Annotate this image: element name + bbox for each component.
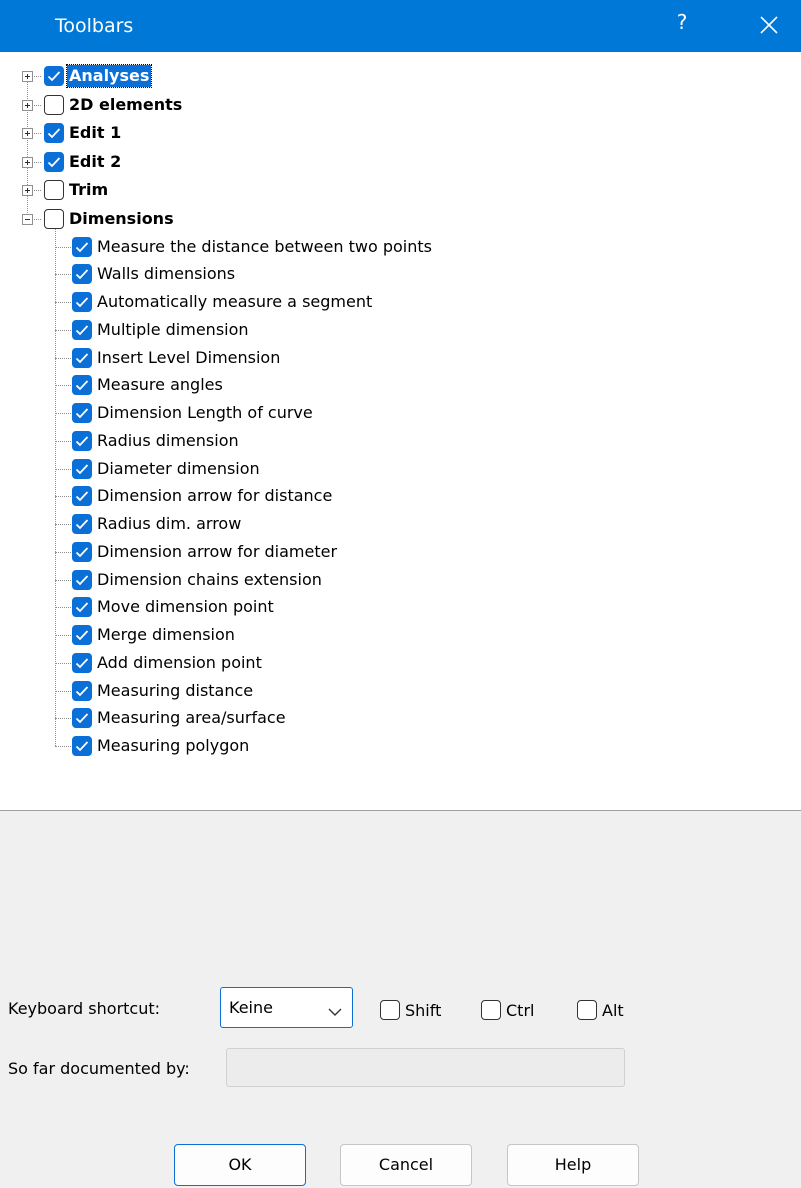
group-checkbox[interactable] xyxy=(44,151,64,172)
item-checkbox[interactable] xyxy=(72,264,92,285)
item-checkbox[interactable] xyxy=(72,319,92,340)
tree-item-label[interactable]: Dimension chains extension xyxy=(97,569,322,591)
expand-icon[interactable] xyxy=(22,185,33,196)
tree-branch-line xyxy=(55,357,71,359)
tree-item-label[interactable]: Add dimension point xyxy=(97,652,262,674)
item-checkbox[interactable] xyxy=(72,458,92,479)
item-checkbox[interactable] xyxy=(72,403,92,423)
tree-item-label[interactable]: Diameter dimension xyxy=(97,458,260,480)
shortcut-key-select[interactable]: Keine xyxy=(220,987,353,1028)
keyboard-shortcut-label: Keyboard shortcut: xyxy=(8,999,161,1018)
item-checkbox[interactable] xyxy=(72,541,92,562)
tree-item-label[interactable]: Merge dimension xyxy=(97,624,235,646)
item-checkbox[interactable] xyxy=(72,708,92,729)
shift-checkbox[interactable] xyxy=(380,1000,400,1020)
item-checkbox[interactable] xyxy=(72,347,92,368)
tree-item-label[interactable]: Move dimension point xyxy=(97,596,274,618)
item-checkbox[interactable] xyxy=(72,514,92,534)
shortcut-key-value: Keine xyxy=(229,998,273,1017)
tree-branch-line xyxy=(55,607,71,609)
item-checkbox[interactable] xyxy=(72,597,92,618)
tree-item-label[interactable]: Dimension arrow for diameter xyxy=(97,541,337,563)
expand-icon[interactable] xyxy=(22,156,33,168)
tree-item-label[interactable]: Radius dimension xyxy=(97,430,239,452)
alt-label: Alt xyxy=(602,1001,624,1020)
ctrl-checkbox[interactable] xyxy=(481,1000,501,1020)
item-checkbox[interactable] xyxy=(72,625,92,645)
tree-branch-line xyxy=(55,468,71,470)
alt-checkbox[interactable] xyxy=(577,1000,597,1020)
group-checkbox[interactable] xyxy=(44,180,64,200)
documented-by-field xyxy=(226,1048,625,1087)
title-bar: Toolbars ? xyxy=(0,0,801,52)
tree-branch-line xyxy=(55,274,71,276)
group-checkbox[interactable] xyxy=(44,123,64,143)
close-icon[interactable] xyxy=(757,13,781,37)
item-checkbox[interactable] xyxy=(72,486,92,507)
tree-branch-line xyxy=(55,690,71,692)
tree-branch-line xyxy=(55,496,71,498)
item-checkbox[interactable] xyxy=(72,569,92,590)
tree-branch-line xyxy=(55,329,71,331)
group-checkbox[interactable] xyxy=(44,208,64,229)
item-checkbox[interactable] xyxy=(72,736,92,756)
tree-group-label[interactable]: 2D elements xyxy=(69,94,182,116)
tree-branch-line xyxy=(55,551,71,553)
tree-item-label[interactable]: Radius dim. arrow xyxy=(97,513,241,535)
expand-icon[interactable] xyxy=(22,71,33,82)
tree-branch-line xyxy=(55,746,71,747)
tree-child-line xyxy=(55,228,56,746)
tree-item-label[interactable]: Measure angles xyxy=(97,374,223,396)
tree-group-label[interactable]: Dimensions xyxy=(69,208,174,230)
bottom-panel: Keyboard shortcut: Keine Shift Ctrl Alt … xyxy=(0,810,801,1188)
tree-branch-line xyxy=(55,385,71,387)
expand-icon[interactable] xyxy=(22,128,33,139)
tree-root-line xyxy=(27,76,28,219)
cancel-button[interactable]: Cancel xyxy=(340,1144,472,1186)
chevron-down-icon xyxy=(328,1002,342,1021)
tree-branch-line xyxy=(55,579,71,581)
tree-item-label[interactable]: Insert Level Dimension xyxy=(97,347,280,369)
ctrl-label: Ctrl xyxy=(506,1001,535,1020)
shift-label: Shift xyxy=(405,1001,442,1020)
item-checkbox[interactable] xyxy=(72,375,92,396)
tree-branch-line xyxy=(55,246,71,248)
group-checkbox[interactable] xyxy=(44,94,64,115)
tree-group-label[interactable]: Trim xyxy=(69,179,108,201)
tree-branch-line xyxy=(55,413,71,414)
item-checkbox[interactable] xyxy=(72,430,92,451)
tree-item-label[interactable]: Walls dimensions xyxy=(97,263,235,285)
tree-branch-line xyxy=(55,718,71,720)
item-checkbox[interactable] xyxy=(72,680,92,701)
tree-item-label[interactable]: Measuring polygon xyxy=(97,735,249,757)
tree-item-label[interactable]: Multiple dimension xyxy=(97,319,249,341)
tree-branch-line xyxy=(55,635,71,636)
tree-group-label[interactable]: Edit 2 xyxy=(69,151,121,173)
tree-item-label[interactable]: Automatically measure a segment xyxy=(97,291,372,313)
help-question-icon[interactable]: ? xyxy=(672,10,692,34)
tree-branch-line xyxy=(55,662,71,664)
window-title: Toolbars xyxy=(55,15,134,37)
item-checkbox[interactable] xyxy=(72,236,92,257)
item-checkbox[interactable] xyxy=(72,652,92,673)
expand-icon[interactable] xyxy=(22,99,33,111)
documented-by-label: So far documented by: xyxy=(8,1059,190,1078)
tree-item-label[interactable]: Dimension arrow for distance xyxy=(97,485,332,507)
help-button[interactable]: Help xyxy=(507,1144,639,1186)
collapse-icon[interactable] xyxy=(22,213,33,225)
ok-button[interactable]: OK xyxy=(174,1144,306,1186)
tree-branch-line xyxy=(55,302,71,303)
tree-item-label[interactable]: Measure the distance between two points xyxy=(97,236,432,258)
tree-item-label[interactable]: Measuring area/surface xyxy=(97,707,286,729)
tree-item-label[interactable]: Dimension Length of curve xyxy=(97,402,313,424)
tree-branch-line xyxy=(55,440,71,442)
tree-group-label[interactable]: Edit 1 xyxy=(69,122,121,144)
tree-item-label[interactable]: Measuring distance xyxy=(97,680,253,702)
tree-branch-line xyxy=(55,524,71,525)
item-checkbox[interactable] xyxy=(72,292,92,312)
tree-group-label[interactable]: Analyses xyxy=(65,64,153,88)
group-checkbox[interactable] xyxy=(44,66,64,86)
toolbar-tree[interactable]: Analyses 2D elements Edit 1 Edit 2 Trim Dimen… xyxy=(0,52,801,804)
